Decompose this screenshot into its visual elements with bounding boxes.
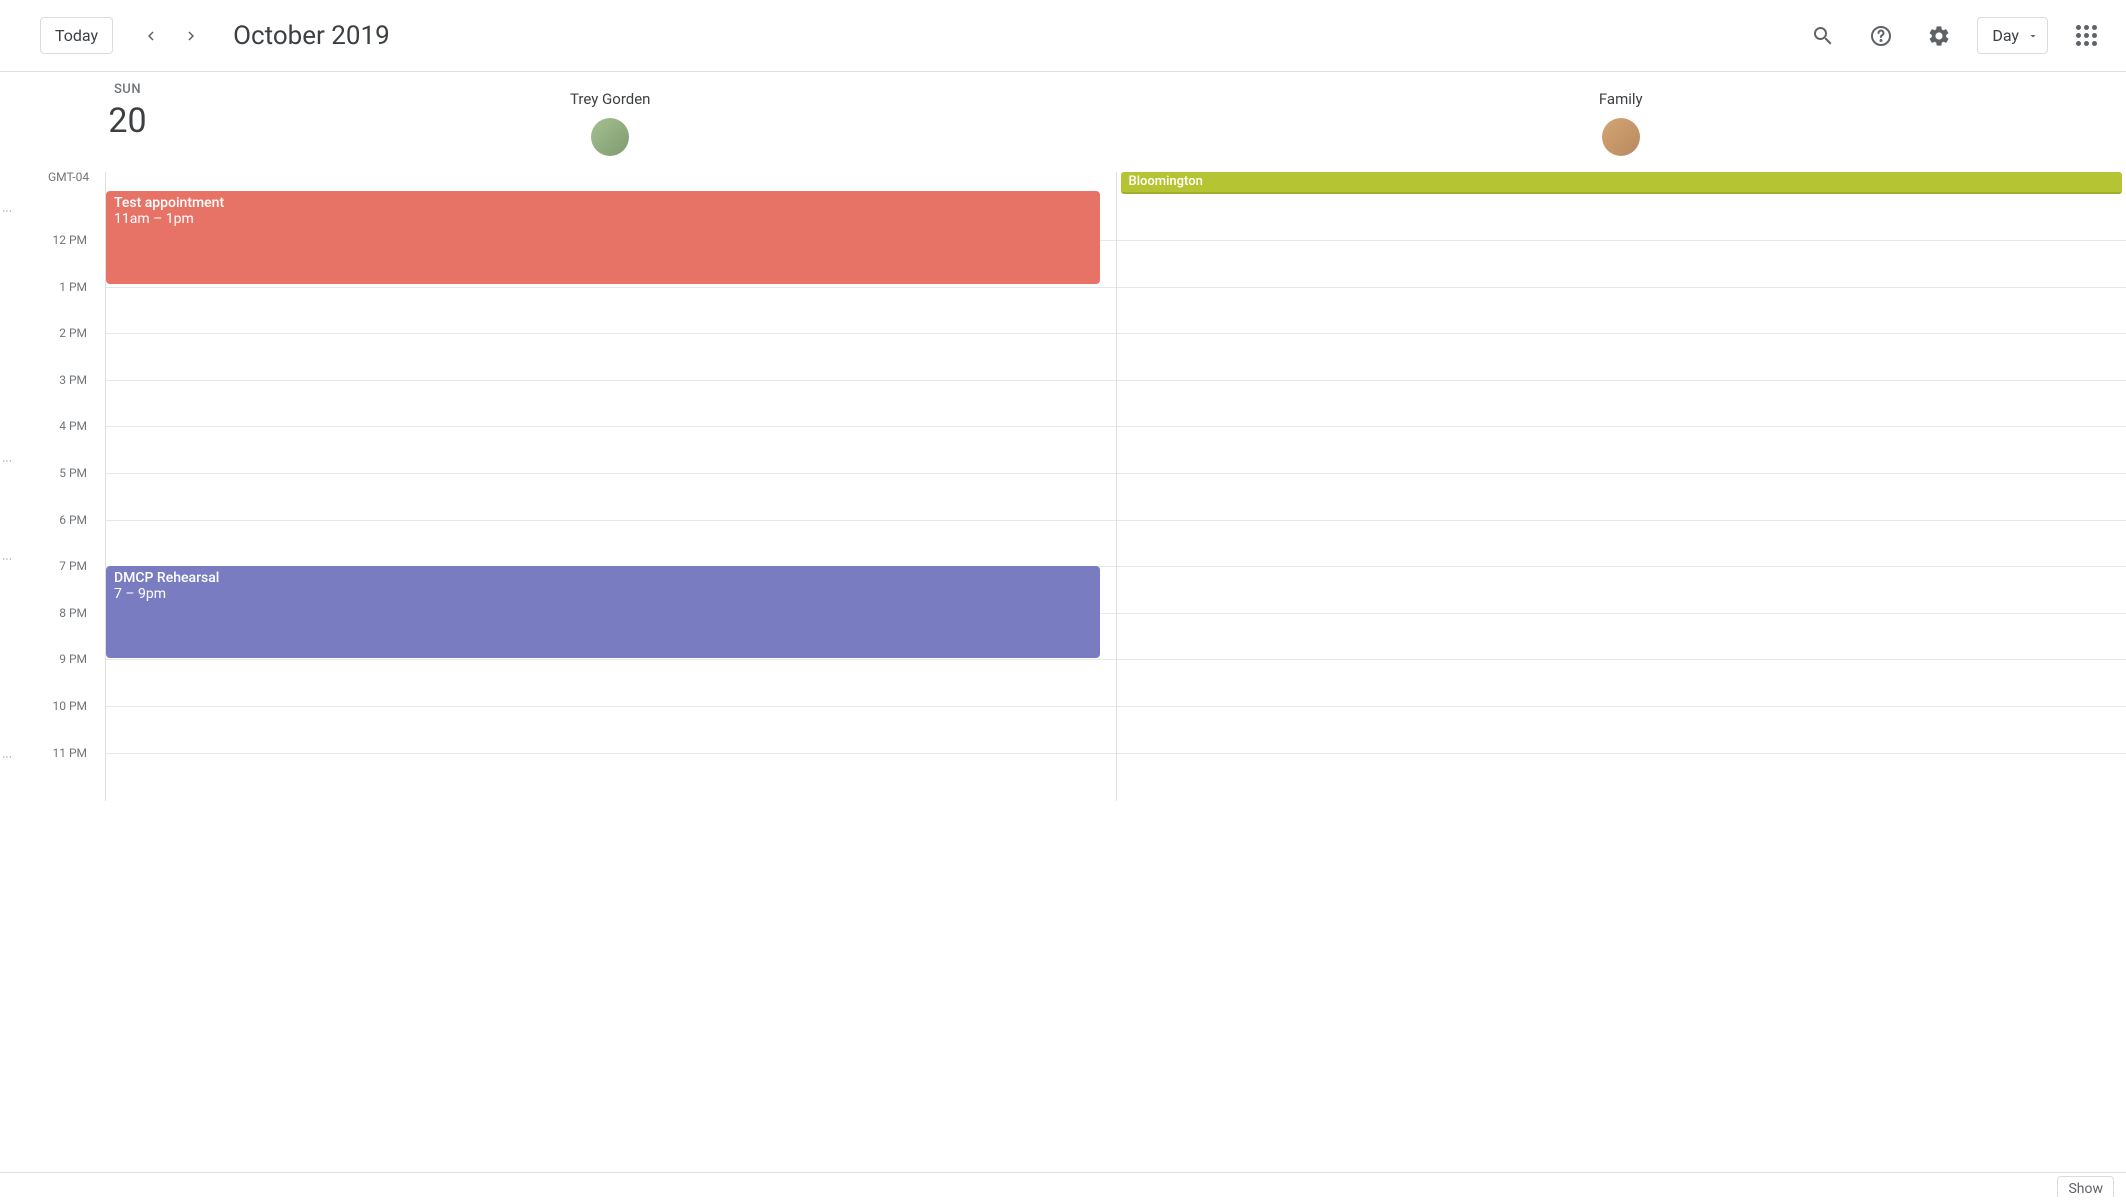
dropdown-icon — [2027, 30, 2039, 42]
view-selector[interactable]: Day — [1977, 17, 2048, 54]
bottom-bar: Show — [0, 1172, 2126, 1200]
time-label: 1 PM — [59, 280, 87, 294]
help-button[interactable] — [1861, 16, 1901, 56]
time-label: 6 PM — [59, 513, 87, 527]
time-label: 5 PM — [59, 466, 87, 480]
person-name-1: Family — [1116, 72, 2126, 108]
allday-col-1[interactable]: Bloomington — [1116, 172, 2126, 196]
calendar-column-header-0: Trey Gorden — [105, 72, 1116, 172]
apps-button[interactable] — [2066, 16, 2106, 56]
event-time: 7 – 9pm — [114, 586, 1092, 602]
search-button[interactable] — [1803, 16, 1843, 56]
time-label: 11 PM — [52, 746, 87, 760]
page-title: October 2019 — [233, 21, 390, 51]
today-button[interactable]: Today — [40, 17, 113, 54]
time-label: 10 PM — [52, 699, 87, 713]
time-label: 2 PM — [59, 326, 87, 340]
timezone-label: GMT-04 — [48, 170, 89, 184]
avatar-0[interactable] — [591, 118, 629, 156]
header-toolbar: Today October 2019 Day — [0, 0, 2126, 72]
columns-header: SUN 20 Trey Gorden Family — [0, 72, 2126, 172]
event-test-appointment[interactable]: Test appointment 11am – 1pm — [106, 191, 1100, 284]
time-label: 8 PM — [59, 606, 87, 620]
view-label: Day — [1992, 26, 2019, 45]
chevron-left-icon — [142, 27, 160, 45]
person-name-0: Trey Gorden — [105, 72, 1116, 108]
show-button[interactable]: Show — [2057, 1176, 2114, 1197]
event-dmcp-rehearsal[interactable]: DMCP Rehearsal 7 – 9pm — [106, 566, 1100, 658]
gear-icon — [1927, 24, 1951, 48]
next-button[interactable] — [173, 18, 209, 54]
help-icon — [1869, 24, 1893, 48]
event-title: DMCP Rehearsal — [114, 570, 1092, 586]
apps-icon — [2076, 25, 2097, 46]
time-label: 12 PM — [52, 233, 87, 247]
time-label: 7 PM — [59, 559, 87, 573]
event-time: 11am – 1pm — [114, 211, 1092, 227]
calendar-grid: ⋯ ⋯ ⋯ ⋯ 12 PM 1 PM 2 PM 3 PM 4 PM 5 PM 6… — [0, 196, 2126, 801]
time-label: 4 PM — [59, 419, 87, 433]
settings-button[interactable] — [1919, 16, 1959, 56]
prev-button[interactable] — [133, 18, 169, 54]
time-label: 3 PM — [59, 373, 87, 387]
event-column-0[interactable]: Test appointment 11am – 1pm DMCP Rehears… — [105, 196, 1116, 801]
time-label: 9 PM — [59, 652, 87, 666]
chevron-right-icon — [182, 27, 200, 45]
event-title: Test appointment — [114, 195, 1092, 211]
event-column-1[interactable] — [1116, 196, 2126, 801]
time-column: 12 PM 1 PM 2 PM 3 PM 4 PM 5 PM 6 PM 7 PM… — [0, 196, 105, 801]
allday-event-bloomington[interactable]: Bloomington — [1121, 172, 2123, 194]
avatar-1[interactable] — [1602, 118, 1640, 156]
search-icon — [1811, 24, 1835, 48]
calendar-column-header-1: Family — [1116, 72, 2126, 172]
